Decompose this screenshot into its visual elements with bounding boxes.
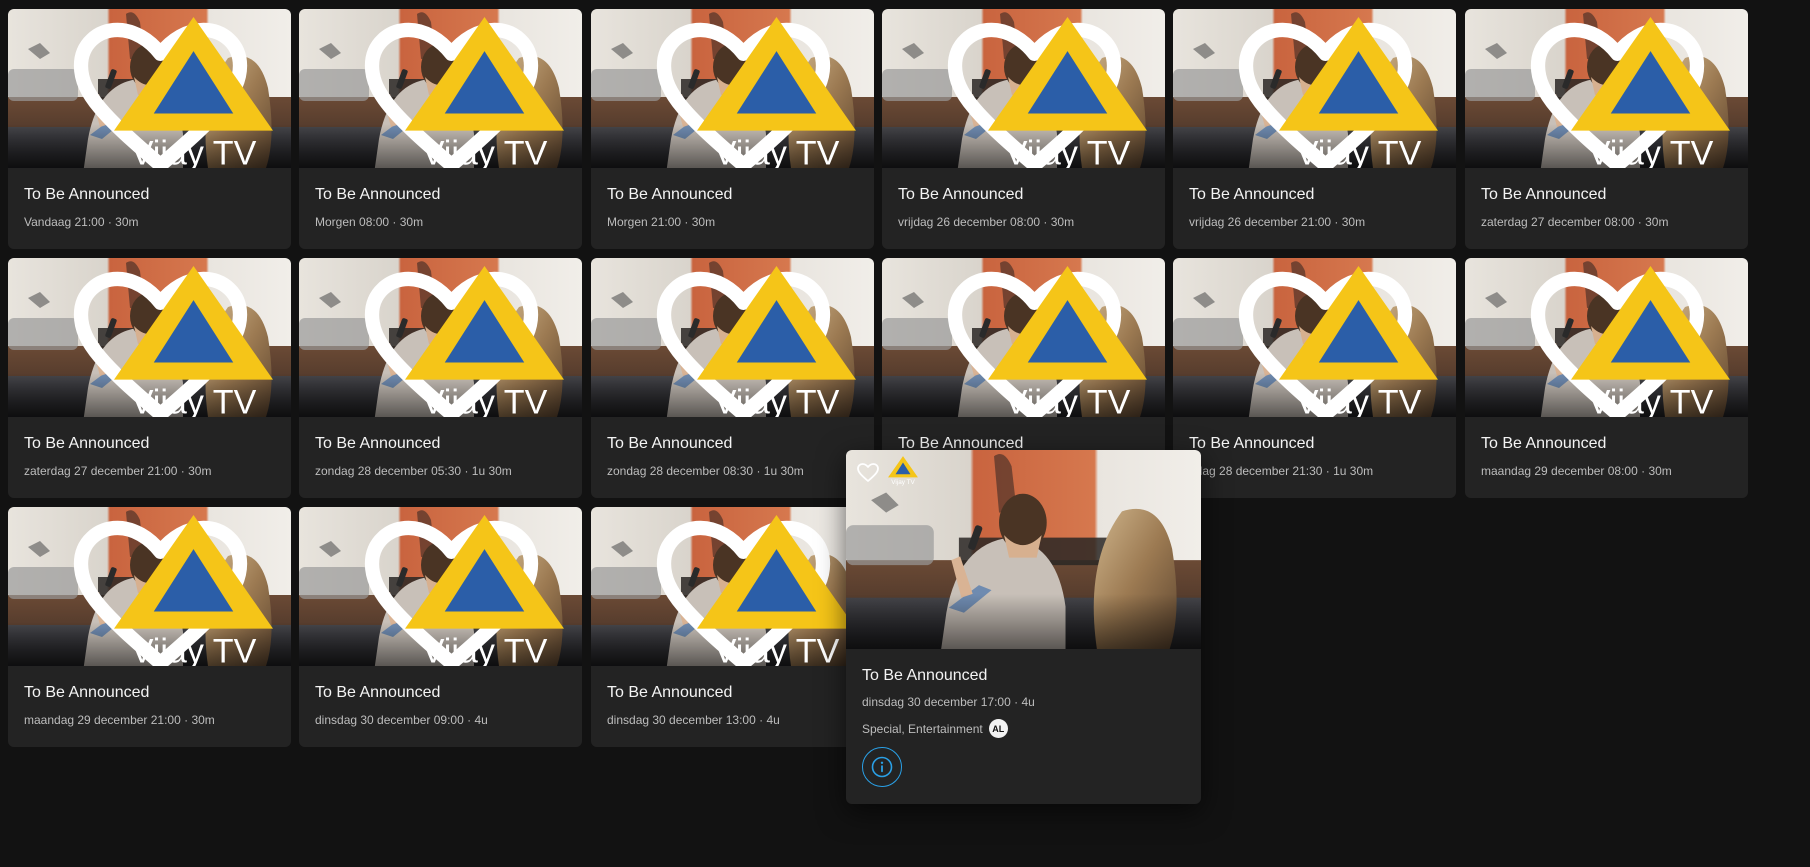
program-title: To Be Announced <box>607 684 733 701</box>
vijay-tv-logo-icon <box>697 266 856 417</box>
program-schedule: ndag 28 december 21:30 · 1u 30m <box>1189 464 1374 478</box>
program-thumbnail <box>1173 258 1456 417</box>
program-title: To Be Announced <box>315 435 441 452</box>
program-schedule: dinsdag 30 december 17:00 · 4u <box>862 695 1035 709</box>
vijay-tv-logo-icon <box>1279 266 1438 417</box>
program-title: To Be Announced <box>1189 186 1315 203</box>
program-title: To Be Announced <box>24 186 150 203</box>
program-schedule: dinsdag 30 december 13:00 · 4u <box>607 713 780 727</box>
program-schedule: zaterdag 27 december 08:00 · 30m <box>1481 215 1669 229</box>
program-title: To Be Announced <box>1481 435 1607 452</box>
program-title: To Be Announced <box>24 684 150 701</box>
program-title: To Be Announced <box>1189 435 1315 452</box>
favorite-heart-icon[interactable] <box>857 463 879 483</box>
program-schedule: zaterdag 27 december 21:00 · 30m <box>24 464 212 478</box>
program-thumbnail <box>8 258 291 417</box>
vijay-tv-logo-icon <box>697 515 856 666</box>
program-card[interactable]: To Be Announced zondag 28 december 08:30 … <box>591 258 874 498</box>
vijay-tv-logo-icon <box>888 456 918 486</box>
program-card[interactable]: To Be Announced Morgen 08:00 · 30m <box>299 9 582 249</box>
program-thumbnail <box>299 507 582 666</box>
program-thumbnail <box>8 507 291 666</box>
program-title: To Be Announced <box>315 186 441 203</box>
vijay-tv-logo-icon <box>1279 17 1438 168</box>
program-thumbnail <box>299 258 582 417</box>
program-title: To Be Announced <box>1481 186 1607 203</box>
vijay-tv-logo-icon <box>1571 17 1730 168</box>
program-schedule: dinsdag 30 december 09:00 · 4u <box>315 713 488 727</box>
vijay-tv-logo-icon <box>988 266 1147 417</box>
vijay-tv-logo-icon <box>1571 266 1730 417</box>
info-button[interactable] <box>862 747 902 787</box>
program-card[interactable]: To Be Announced vrijdag 26 december 21:00… <box>1173 9 1456 249</box>
program-card[interactable]: To Be Announced zaterdag 27 december 08:0… <box>1465 9 1748 249</box>
program-schedule: Morgen 08:00 · 30m <box>315 215 424 229</box>
program-card[interactable]: To Be Announced ndag 28 december 21:30 · … <box>1173 258 1456 498</box>
program-card[interactable]: To Be Announced maandag 29 december 21:00… <box>8 507 291 747</box>
vijay-tv-logo-icon <box>988 17 1147 168</box>
program-thumbnail <box>591 9 874 168</box>
vijay-tv-logo-icon <box>405 515 564 666</box>
program-thumbnail <box>8 9 291 168</box>
program-title: To Be Announced <box>607 435 733 452</box>
program-genres: Special, Entertainment AL <box>862 719 1008 738</box>
program-card[interactable]: To Be Announced zondag 28 december 05:30 … <box>299 258 582 498</box>
program-schedule: vrijdag 26 december 21:00 · 30m <box>1189 215 1366 229</box>
vijay-tv-logo-icon <box>114 17 273 168</box>
program-card[interactable]: To Be Announced dinsdag 30 december 09:00… <box>299 507 582 747</box>
vijay-tv-logo-icon <box>697 17 856 168</box>
program-detail-popup[interactable]: To Be Announced dinsdag 30 december 17:0… <box>846 450 1201 804</box>
info-icon <box>871 756 893 778</box>
program-thumbnail <box>591 507 874 666</box>
program-schedule: zondag 28 december 05:30 · 1u 30m <box>315 464 512 478</box>
program-schedule: Morgen 21:00 · 30m <box>607 215 716 229</box>
program-title: To Be Announced <box>607 186 733 203</box>
program-thumbnail <box>846 450 1201 649</box>
program-schedule: maandag 29 december 21:00 · 30m <box>24 713 215 727</box>
program-schedule: maandag 29 december 08:00 · 30m <box>1481 464 1672 478</box>
vijay-tv-logo-icon <box>405 17 564 168</box>
program-card[interactable]: To Be Announced maandag 29 december 08:00… <box>1465 258 1748 498</box>
genres-text: Special, Entertainment <box>862 721 983 736</box>
vijay-tv-logo-icon <box>114 266 273 417</box>
program-title: To Be Announced <box>898 186 1024 203</box>
age-rating-badge: AL <box>988 719 1008 738</box>
program-thumbnail <box>591 258 874 417</box>
program-thumbnail <box>299 9 582 168</box>
program-thumbnail <box>882 9 1165 168</box>
program-card[interactable]: To Be Announced Vandaag 21:00 · 30m <box>8 9 291 249</box>
vijay-tv-logo-icon <box>405 266 564 417</box>
program-title: To Be Announced <box>24 435 150 452</box>
program-title: To Be Announced <box>862 667 988 684</box>
program-schedule: zondag 28 december 08:30 · 1u 30m <box>607 464 804 478</box>
program-card[interactable]: To Be Announced vrijdag 26 december 08:00… <box>882 9 1165 249</box>
program-schedule: Vandaag 21:00 · 30m <box>24 215 139 229</box>
program-thumbnail <box>882 258 1165 417</box>
program-thumbnail <box>1173 9 1456 168</box>
program-card[interactable]: To Be Announced zaterdag 27 december 21:0… <box>8 258 291 498</box>
program-title: To Be Announced <box>315 684 441 701</box>
program-thumbnail <box>1465 258 1748 417</box>
program-card[interactable]: To Be Announced dinsdag 30 december 13:00… <box>591 507 874 747</box>
program-thumbnail <box>1465 9 1748 168</box>
program-card[interactable]: To Be Announced Morgen 21:00 · 30m <box>591 9 874 249</box>
program-schedule: vrijdag 26 december 08:00 · 30m <box>898 215 1075 229</box>
vijay-tv-logo-icon <box>114 515 273 666</box>
